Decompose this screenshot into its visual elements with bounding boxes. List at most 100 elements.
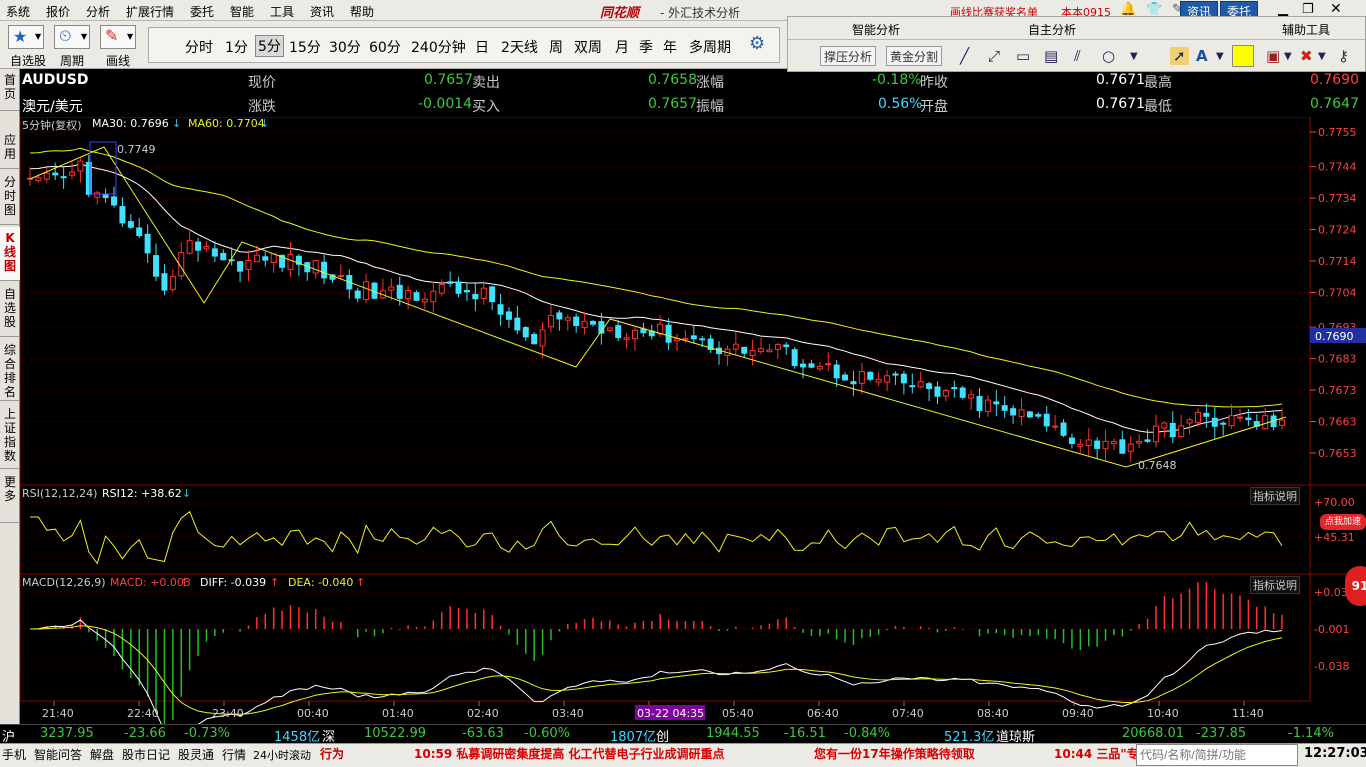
- cursor-tool-icon[interactable]: ➚: [1170, 47, 1189, 65]
- period-15min[interactable]: 15分: [289, 37, 321, 57]
- period-biweek[interactable]: 双周: [574, 37, 602, 57]
- menu-trade[interactable]: 委托: [190, 3, 214, 20]
- chart-canvas[interactable]: 0.7755 0.7744 0.7734 0.7724 0.7714 0.7704 0.76…: [20, 117, 1366, 727]
- sidebar-item-timeshare[interactable]: 分时图: [0, 171, 20, 225]
- stock-spirit-button[interactable]: 股灵通: [178, 746, 214, 763]
- color-picker[interactable]: [1232, 45, 1254, 67]
- bell-icon[interactable]: 🔔: [1120, 2, 1136, 17]
- period-5min[interactable]: 5分: [255, 35, 284, 57]
- watchlist-button[interactable]: ★ ▼: [8, 25, 44, 49]
- kline-chart[interactable]: 0.7755 0.7744 0.7734 0.7724 0.7714 0.7704 0.76…: [20, 117, 1366, 727]
- current-price-tag: 0.7690: [1315, 330, 1354, 343]
- kline-period-label: 5分钟(复权): [22, 119, 82, 132]
- ray-tool-icon[interactable]: ⤢: [988, 47, 1000, 65]
- rect-tool-icon[interactable]: ▭: [1016, 47, 1030, 65]
- period-quarter[interactable]: 季: [639, 37, 653, 57]
- aux-tools-title: 辅助工具: [1282, 23, 1331, 37]
- chevron-down-icon[interactable]: ▼: [1130, 51, 1138, 62]
- speed-ball-button[interactable]: 91: [1345, 566, 1366, 606]
- macd-help-button[interactable]: 指标说明: [1250, 576, 1300, 594]
- line-tool-icon[interactable]: ╱: [960, 47, 969, 65]
- low-annotation: 0.7648: [1138, 459, 1177, 472]
- period-240min[interactable]: 240分钟: [411, 37, 466, 57]
- period-year[interactable]: 年: [663, 37, 677, 57]
- high-annotation: 0.7749: [117, 143, 156, 156]
- sidebar-item-more[interactable]: 更多: [0, 471, 20, 523]
- period-30min[interactable]: 30分: [329, 37, 361, 57]
- period-timeshare[interactable]: 分时: [185, 37, 213, 57]
- save-icon[interactable]: ▣: [1266, 47, 1280, 65]
- stock-diary-button[interactable]: 股市日记: [122, 746, 170, 763]
- delete-icon[interactable]: ✖: [1300, 47, 1313, 65]
- support-resistance-button[interactable]: 撑压分析: [820, 46, 877, 66]
- dj-pct: -1.14%: [1288, 726, 1334, 741]
- lock-icon[interactable]: ⚷: [1338, 47, 1349, 65]
- sidebar-item-apps[interactable]: 应用: [0, 129, 20, 169]
- quotes-button[interactable]: 行情: [222, 746, 246, 763]
- candle-body: [875, 378, 882, 383]
- restore-icon[interactable]: ❐: [1302, 2, 1314, 17]
- draw-button[interactable]: ✎ ▼: [100, 25, 136, 49]
- period-day[interactable]: 日: [475, 37, 489, 57]
- shirt-icon[interactable]: 👕: [1146, 2, 1162, 17]
- smart-qa-button[interactable]: 智能问答: [34, 746, 82, 763]
- candle-body: [984, 399, 991, 412]
- period-1min[interactable]: 1分: [225, 37, 248, 57]
- text-tool-icon[interactable]: A: [1196, 47, 1208, 65]
- period-2day[interactable]: 2天线: [501, 37, 538, 57]
- menu-help[interactable]: 帮助: [350, 3, 374, 20]
- candle-body: [942, 389, 949, 397]
- sidebar-item-kline[interactable]: K线图: [0, 227, 20, 281]
- candle-body: [405, 290, 412, 299]
- circle-tool-icon[interactable]: ○: [1102, 47, 1115, 65]
- speedup-badge[interactable]: 点我加速: [1320, 514, 1366, 530]
- bottom-bar: 手机 智能问答 解盘 股市日记 股灵通 行情 24小时滚动 行为 10:59 私…: [0, 743, 1366, 767]
- menu-quote[interactable]: 报价: [46, 3, 70, 20]
- menu-analysis[interactable]: 分析: [86, 3, 110, 20]
- market-commentary-button[interactable]: 解盘: [90, 746, 114, 763]
- macd-label: MACD(12,26,9): [22, 576, 106, 589]
- candle-body: [1110, 441, 1117, 445]
- code-search-input[interactable]: [1136, 744, 1298, 766]
- minimize-icon[interactable]: ▁: [1278, 2, 1288, 17]
- news-item-3[interactable]: 10:44 三品"专: [1054, 745, 1139, 762]
- label-amplitude: 振幅: [696, 99, 724, 115]
- news-item-1[interactable]: 10:59 私募调研密集度提高 化工代替电子行业成调研重点: [414, 745, 725, 762]
- chevron-down-icon[interactable]: ▼: [1318, 51, 1326, 62]
- chevron-down-icon[interactable]: ▼: [1216, 51, 1224, 62]
- close-icon[interactable]: ✕: [1330, 1, 1342, 17]
- menu-news[interactable]: 资讯: [310, 3, 334, 20]
- rsi-help-button[interactable]: 指标说明: [1250, 487, 1300, 505]
- period-button[interactable]: ⏲ ▼: [54, 25, 90, 49]
- period-month[interactable]: 月: [615, 37, 629, 57]
- sidebar-item-watchlist[interactable]: 自选股: [0, 283, 20, 337]
- mobile-button[interactable]: 手机: [2, 746, 26, 763]
- candle-body: [547, 315, 554, 328]
- chevron-down-icon[interactable]: ▼: [1284, 51, 1292, 62]
- news-24h-button[interactable]: 24小时滚动: [253, 747, 311, 763]
- gear-icon[interactable]: ⚙: [749, 33, 765, 54]
- menu-system[interactable]: 系统: [6, 3, 30, 20]
- period-60min[interactable]: 60分: [369, 37, 401, 57]
- time-cursor-label: 03-22 04:35: [637, 707, 704, 720]
- period-week[interactable]: 周: [549, 37, 563, 57]
- candle-body: [1279, 419, 1285, 426]
- sidebar-item-home[interactable]: 首页: [0, 69, 20, 111]
- ticker-label: 行为: [320, 747, 345, 761]
- menu-extended[interactable]: 扩展行情: [126, 3, 174, 20]
- news-item-2[interactable]: 您有一份17年操作策略待领取: [814, 745, 975, 762]
- candle-body: [1077, 443, 1084, 447]
- sh-change: -23.66: [124, 726, 166, 741]
- time-tick-label: 23:40: [212, 707, 244, 720]
- parallel-tool-icon[interactable]: ⫽: [1074, 47, 1081, 65]
- sidebar-item-ranking[interactable]: 综合排名: [0, 339, 20, 401]
- menu-smart[interactable]: 智能: [230, 3, 254, 20]
- market-status-bar: 沪 3237.95 -23.66 -0.73% 1458亿 深 10522.99…: [0, 724, 1366, 745]
- sidebar-item-shindex[interactable]: 上证指数: [0, 403, 20, 469]
- menu-tools[interactable]: 工具: [270, 3, 294, 20]
- golden-section-button[interactable]: 黄金分割: [886, 46, 943, 66]
- period-multi[interactable]: 多周期: [689, 37, 731, 57]
- channel-tool-icon[interactable]: ▤: [1044, 47, 1058, 65]
- value-change: -0.0014: [418, 96, 473, 112]
- candle-body: [581, 320, 588, 329]
